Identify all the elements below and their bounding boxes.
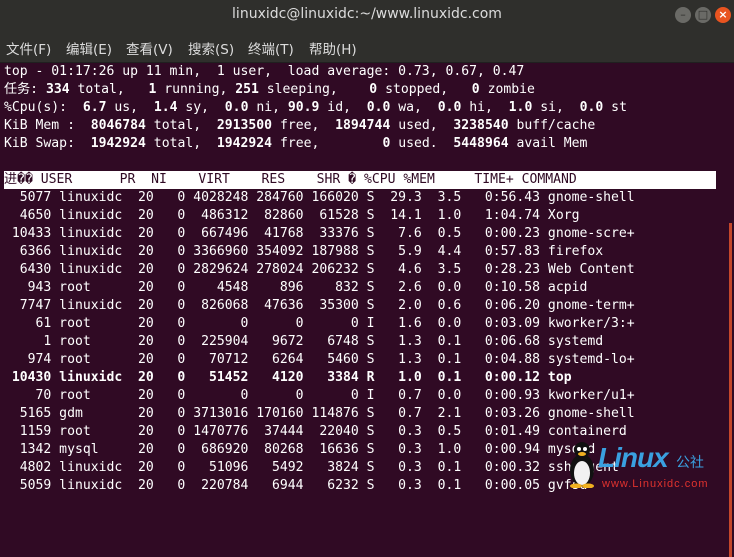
- process-row: 974 root 20 0 70712 6264 5460 S 1.3 0.1 …: [4, 352, 635, 367]
- cpu-line: %Cpu(s): 6.7 us, 1.4 sy, 0.0 ni, 90.9 id…: [4, 100, 627, 115]
- cpu-st: 0.0: [579, 100, 604, 115]
- swap-line: KiB Swap: 1942924 total, 1942924 free, 0…: [4, 136, 588, 151]
- minimize-icon: –: [680, 8, 686, 21]
- menu-view[interactable]: 查看(V): [126, 38, 173, 58]
- process-row: 6366 linuxidc 20 0 3366960 354092 187988…: [4, 244, 604, 259]
- swap-free: 1942924: [216, 136, 273, 151]
- menu-terminal[interactable]: 终端(T): [248, 38, 294, 58]
- window-titlebar: linuxidc@linuxidc:~/www.linuxidc.com – □…: [0, 0, 734, 30]
- cpu-id: 90.9: [287, 100, 320, 115]
- swap-total: 1942924: [90, 136, 146, 151]
- maximize-button[interactable]: □: [695, 7, 711, 23]
- cpu-sy: 1.4: [153, 100, 178, 115]
- tasks-sleeping: 251: [235, 82, 259, 97]
- process-row: 1 root 20 0 225904 9672 6748 S 1.3 0.1 0…: [4, 334, 604, 349]
- process-row: 70 root 20 0 0 0 0 I 0.7 0.0 0:00.93 kwo…: [4, 388, 635, 403]
- mem-line: KiB Mem : 8046784 total, 2913500 free, 1…: [4, 118, 596, 133]
- tasks-zombie: 0: [471, 82, 480, 97]
- tux-penguin-icon: [570, 442, 594, 488]
- cpu-wa: 0.0: [366, 100, 391, 115]
- close-icon: ×: [718, 8, 728, 21]
- menu-file[interactable]: 文件(F): [6, 38, 51, 58]
- process-row: 1159 root 20 0 1470776 37444 22040 S 0.3…: [4, 424, 627, 439]
- menu-search[interactable]: 搜索(S): [188, 38, 234, 58]
- process-row: 6430 linuxidc 20 0 2829624 278024 206232…: [4, 262, 635, 277]
- cpu-hi: 0.0: [437, 100, 462, 115]
- menu-edit[interactable]: 编辑(E): [66, 38, 112, 58]
- close-button[interactable]: ×: [715, 7, 731, 23]
- process-table-header: 进�� USER PR NI VIRT RES SHR � %CPU %MEM …: [4, 171, 716, 189]
- process-row: 61 root 20 0 0 0 0 I 1.6 0.0 0:03.09 kwo…: [4, 316, 635, 331]
- process-row: 5165 gdm 20 0 3713016 170160 114876 S 0.…: [4, 406, 635, 421]
- watermark-brand: Linux: [598, 442, 669, 473]
- tasks-total: 334: [45, 82, 70, 97]
- mem-total: 8046784: [90, 118, 146, 133]
- process-row: 5077 linuxidc 20 0 4028248 284760 166020…: [4, 190, 635, 205]
- cpu-si: 1.0: [508, 100, 533, 115]
- swap-used: 0: [382, 136, 391, 151]
- tasks-label: 任务:: [4, 82, 39, 97]
- tasks-running: 1: [148, 82, 157, 97]
- tasks-stopped: 0: [369, 82, 378, 97]
- cpu-us: 6.7: [82, 100, 107, 115]
- tasks-line: 任务: 334 total, 1 running, 251 sleeping, …: [4, 82, 535, 97]
- watermark-url: www.Linuxidc.com: [602, 478, 709, 490]
- process-row: 943 root 20 0 4548 896 832 S 2.6 0.0 0:1…: [4, 280, 588, 295]
- top-summary-line: top - 01:17:26 up 11 min, 1 user, load a…: [4, 64, 525, 79]
- watermark-logo: Linux 公社 www.Linuxidc.com: [568, 440, 728, 492]
- watermark-cn: 公社: [676, 455, 704, 471]
- process-row: 4650 linuxidc 20 0 486312 82860 61528 S …: [4, 208, 580, 223]
- terminal-area[interactable]: top - 01:17:26 up 11 min, 1 user, load a…: [0, 63, 734, 557]
- mem-free: 2913500: [216, 118, 273, 133]
- mem-buff-cache: 3238540: [453, 118, 509, 133]
- cpu-ni: 0.0: [224, 100, 249, 115]
- scrollbar[interactable]: [729, 223, 732, 557]
- swap-avail: 5448964: [453, 136, 509, 151]
- menu-bar: 文件(F) 编辑(E) 查看(V) 搜索(S) 终端(T) 帮助(H): [0, 30, 734, 63]
- window-title: linuxidc@linuxidc:~/www.linuxidc.com: [232, 6, 502, 22]
- process-row: 7747 linuxidc 20 0 826068 47636 35300 S …: [4, 298, 635, 313]
- process-row: 10430 linuxidc 20 0 51452 4120 3384 R 1.…: [4, 370, 572, 385]
- minimize-button[interactable]: –: [675, 7, 691, 23]
- menu-help[interactable]: 帮助(H): [309, 38, 357, 58]
- mem-used: 1894744: [335, 118, 391, 133]
- process-row: 10433 linuxidc 20 0 667496 41768 33376 S…: [4, 226, 635, 241]
- maximize-icon: □: [697, 8, 709, 21]
